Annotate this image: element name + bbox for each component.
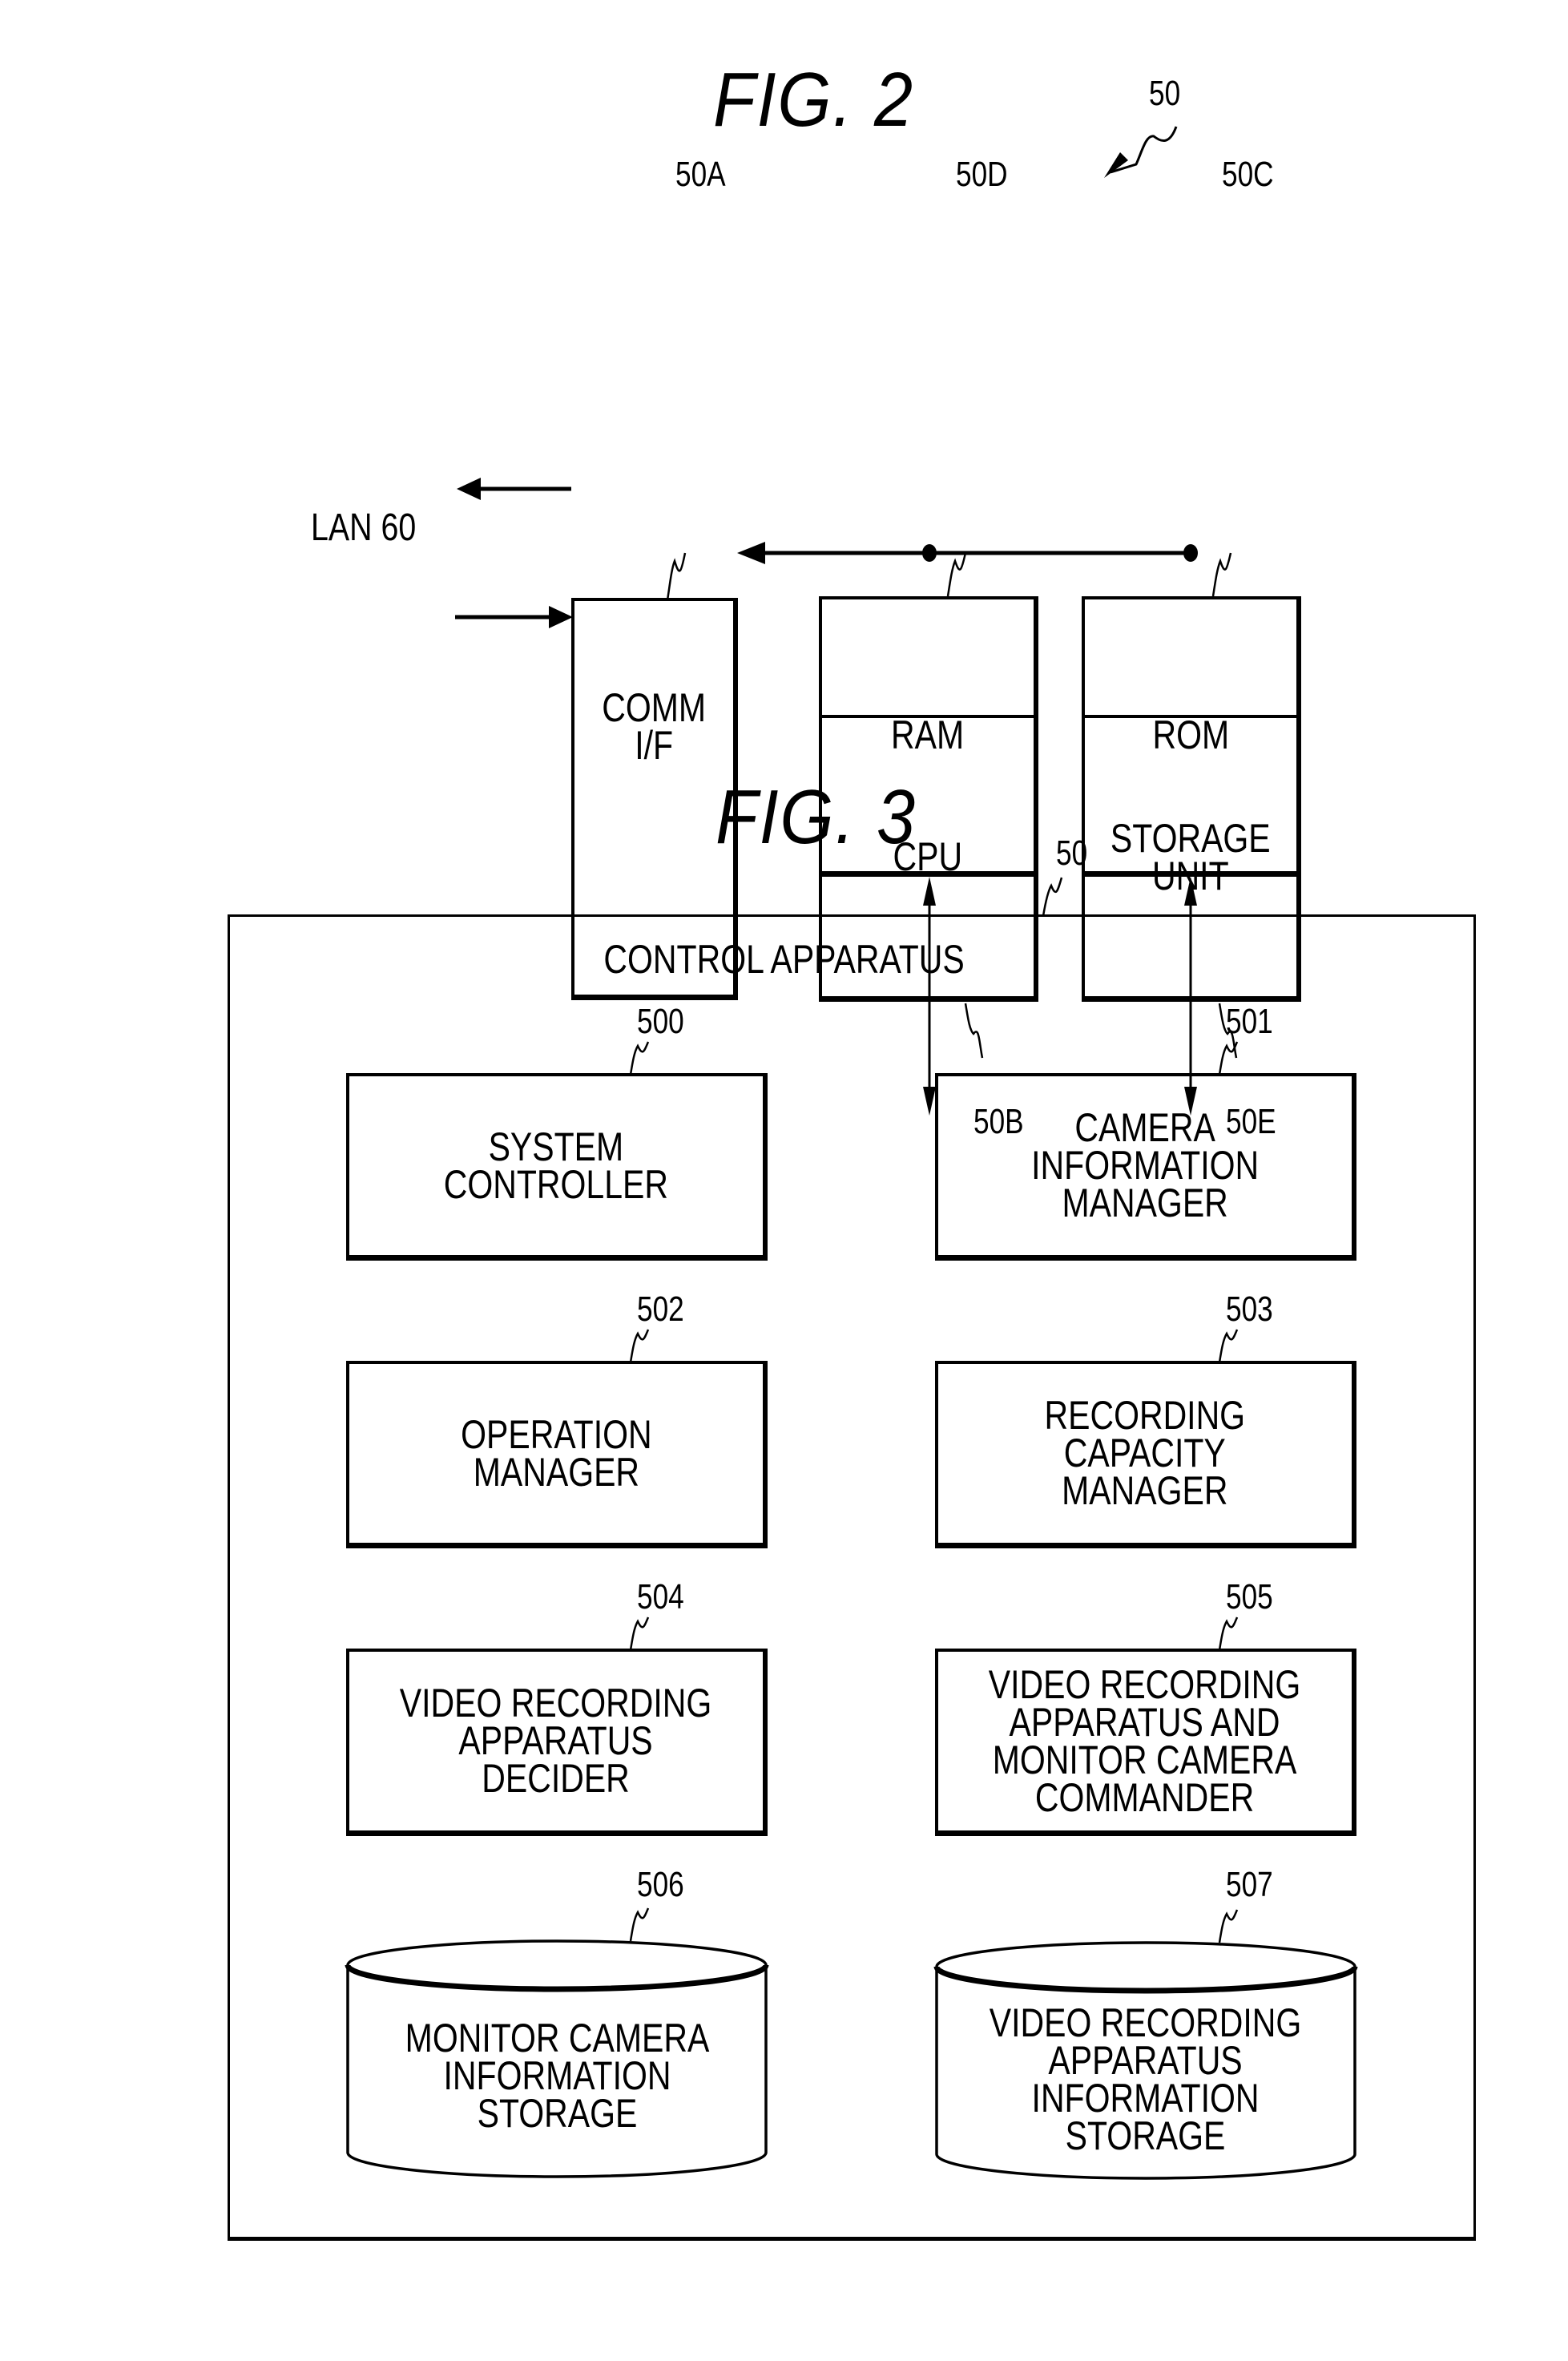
video-recording-apparatus-decider-block: VIDEO RECORDING APPARATUS DECIDER	[346, 1649, 768, 1836]
ref-507: 507	[1226, 1865, 1273, 1904]
ref-505: 505	[1226, 1577, 1273, 1616]
monitor-camera-information-storage-label: MONITOR CAMERA INFORMATION STORAGE	[405, 2015, 709, 2136]
video-recording-apparatus-decider-label: VIDEO RECORDING APPARATUS DECIDER	[400, 1681, 712, 1801]
recording-capacity-manager-label: RECORDING CAPACITY MANAGER	[1044, 1393, 1246, 1513]
ref-500: 500	[637, 1002, 684, 1041]
video-recording-apparatus-information-storage: VIDEO RECORDING APPARATUS INFORMATION ST…	[937, 1996, 1355, 2164]
recording-and-camera-commander-block: VIDEO RECORDING APPARATUS AND MONITOR CA…	[935, 1649, 1356, 1836]
ref-501: 501	[1226, 1002, 1273, 1041]
operation-manager-block: OPERATION MANAGER	[346, 1361, 768, 1548]
ref-503: 503	[1226, 1289, 1273, 1329]
video-recording-apparatus-information-storage-label: VIDEO RECORDING APPARATUS INFORMATION ST…	[990, 2000, 1302, 2158]
recording-capacity-manager-block: RECORDING CAPACITY MANAGER	[935, 1361, 1356, 1548]
operation-manager-label: OPERATION MANAGER	[460, 1411, 652, 1495]
camera-information-manager-label: CAMERA INFORMATION MANAGER	[1031, 1105, 1259, 1225]
monitor-camera-information-storage: MONITOR CAMERA INFORMATION STORAGE	[348, 1996, 766, 2156]
recording-and-camera-commander-label: VIDEO RECORDING APPARATUS AND MONITOR CA…	[989, 1661, 1301, 1820]
camera-information-manager-block: CAMERA INFORMATION MANAGER	[935, 1073, 1356, 1261]
system-controller-label: SYSTEM CONTROLLER	[443, 1124, 669, 1207]
ref-506: 506	[637, 1865, 684, 1904]
system-controller-block: SYSTEM CONTROLLER	[346, 1073, 768, 1261]
ref-504: 504	[637, 1577, 684, 1616]
ref-502: 502	[637, 1289, 684, 1329]
